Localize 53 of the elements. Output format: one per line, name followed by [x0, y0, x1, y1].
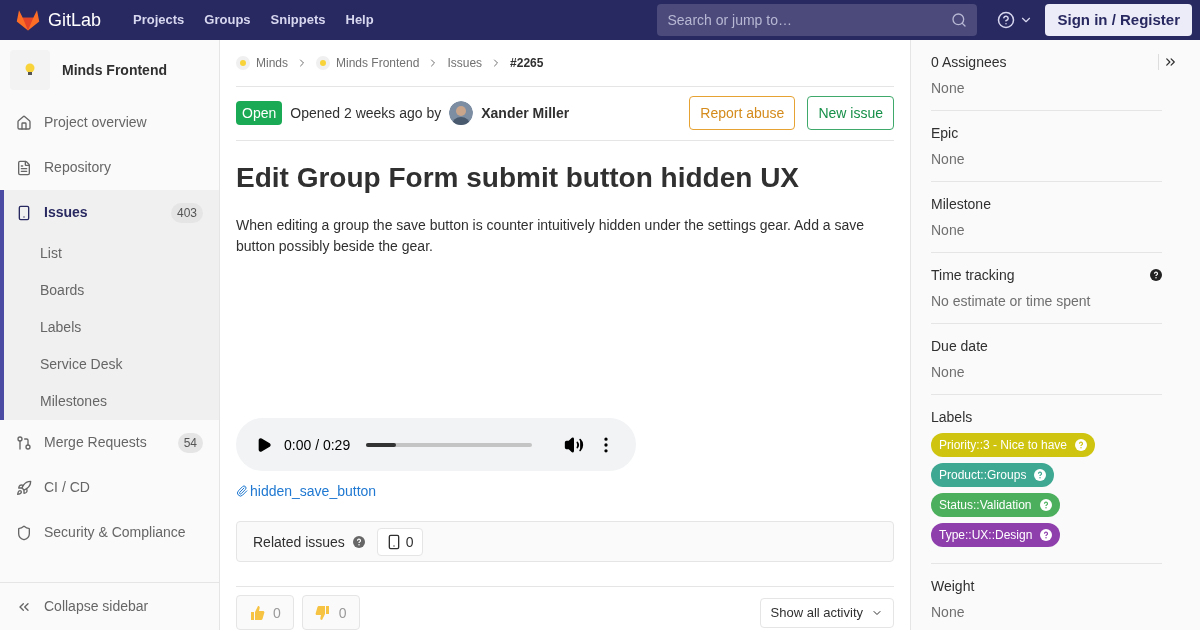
related-count: 0 — [376, 527, 423, 556]
author-name[interactable]: Xander Miller — [481, 103, 570, 124]
count-badge: 54 — [177, 432, 203, 453]
section-value: No estimate or time spent — [931, 292, 1092, 311]
sidebar-item[interactable]: Security & Compliance — [4, 510, 219, 555]
sidebar-item[interactable]: Repository — [4, 145, 219, 190]
section-title: Due date — [931, 337, 988, 356]
sidebar-subitem[interactable]: Milestones — [4, 383, 219, 420]
sidebar-item[interactable]: Project overview — [4, 100, 219, 145]
breadcrumb-link[interactable]: Minds Frontend — [336, 53, 420, 72]
sidebar-subitem[interactable]: Labels — [4, 309, 219, 346]
breadcrumb-link[interactable]: Minds — [256, 53, 288, 72]
action-button[interactable]: New issue — [807, 96, 894, 131]
section-value: None — [931, 79, 966, 98]
status-badge: Open — [236, 101, 283, 126]
section-title: 0 Assignees — [931, 53, 1007, 72]
section-title: Milestone — [931, 195, 991, 214]
section-title: Time tracking — [931, 266, 1015, 285]
sidebar-item[interactable]: Issues 403 — [4, 190, 219, 235]
section-value: None — [931, 603, 966, 622]
section-value: None — [931, 363, 966, 382]
section-value: None — [931, 150, 966, 169]
nav-link[interactable]: Projects — [133, 10, 185, 30]
sign-in-button[interactable]: Sign in / Register — [1045, 4, 1192, 36]
sidebar-item[interactable]: Merge Requests 54 — [4, 420, 219, 465]
label-tag[interactable]: Product::Groups — [931, 463, 1055, 487]
sidebar-subitem[interactable]: List — [4, 235, 219, 272]
related-issues-label: Related issues — [253, 532, 345, 552]
brand-name[interactable]: GitLab — [48, 6, 102, 34]
issue-description: When editing a group the save button is counter intuitively hidden under the settings gear. Add a save button possibly beside the gear. — [236, 216, 866, 257]
section-value: None — [931, 221, 966, 240]
sidebar-subitem[interactable]: Boards — [4, 272, 219, 309]
activity-dropdown[interactable]: Show all activity — [759, 597, 894, 628]
label-tag[interactable]: Type::UX::Design — [931, 523, 1061, 547]
search-field[interactable]: Search or jump to… — [657, 4, 978, 36]
nav-link[interactable]: Groups — [204, 10, 251, 30]
audio-player[interactable]: 0:00 / 0:29 — [236, 417, 636, 472]
section-title: Epic — [931, 124, 959, 143]
section-title: Labels — [931, 408, 973, 427]
nav-link[interactable]: Help — [345, 10, 374, 30]
attachment-link[interactable]: hidden_save_button — [236, 481, 377, 502]
sidebar-item[interactable]: CI / CD — [4, 465, 219, 510]
breadcrumb-link[interactable]: Issues — [447, 53, 483, 72]
project-name[interactable]: Minds Frontend — [62, 59, 167, 81]
section-title: Weight — [931, 577, 975, 596]
breadcrumb-link[interactable]: #2265 — [510, 53, 544, 72]
audio-time: 0:00 / 0:29 — [284, 435, 351, 455]
sidebar-subitem[interactable]: Service Desk — [4, 346, 219, 383]
count-badge: 403 — [170, 202, 203, 223]
nav-link[interactable]: Snippets — [270, 10, 326, 30]
collapse-sidebar-button[interactable]: Collapse sidebar — [0, 582, 219, 630]
opened-text: Opened 2 weeks ago by — [290, 104, 442, 124]
issue-title: Edit Group Form submit button hidden UX — [236, 161, 801, 196]
